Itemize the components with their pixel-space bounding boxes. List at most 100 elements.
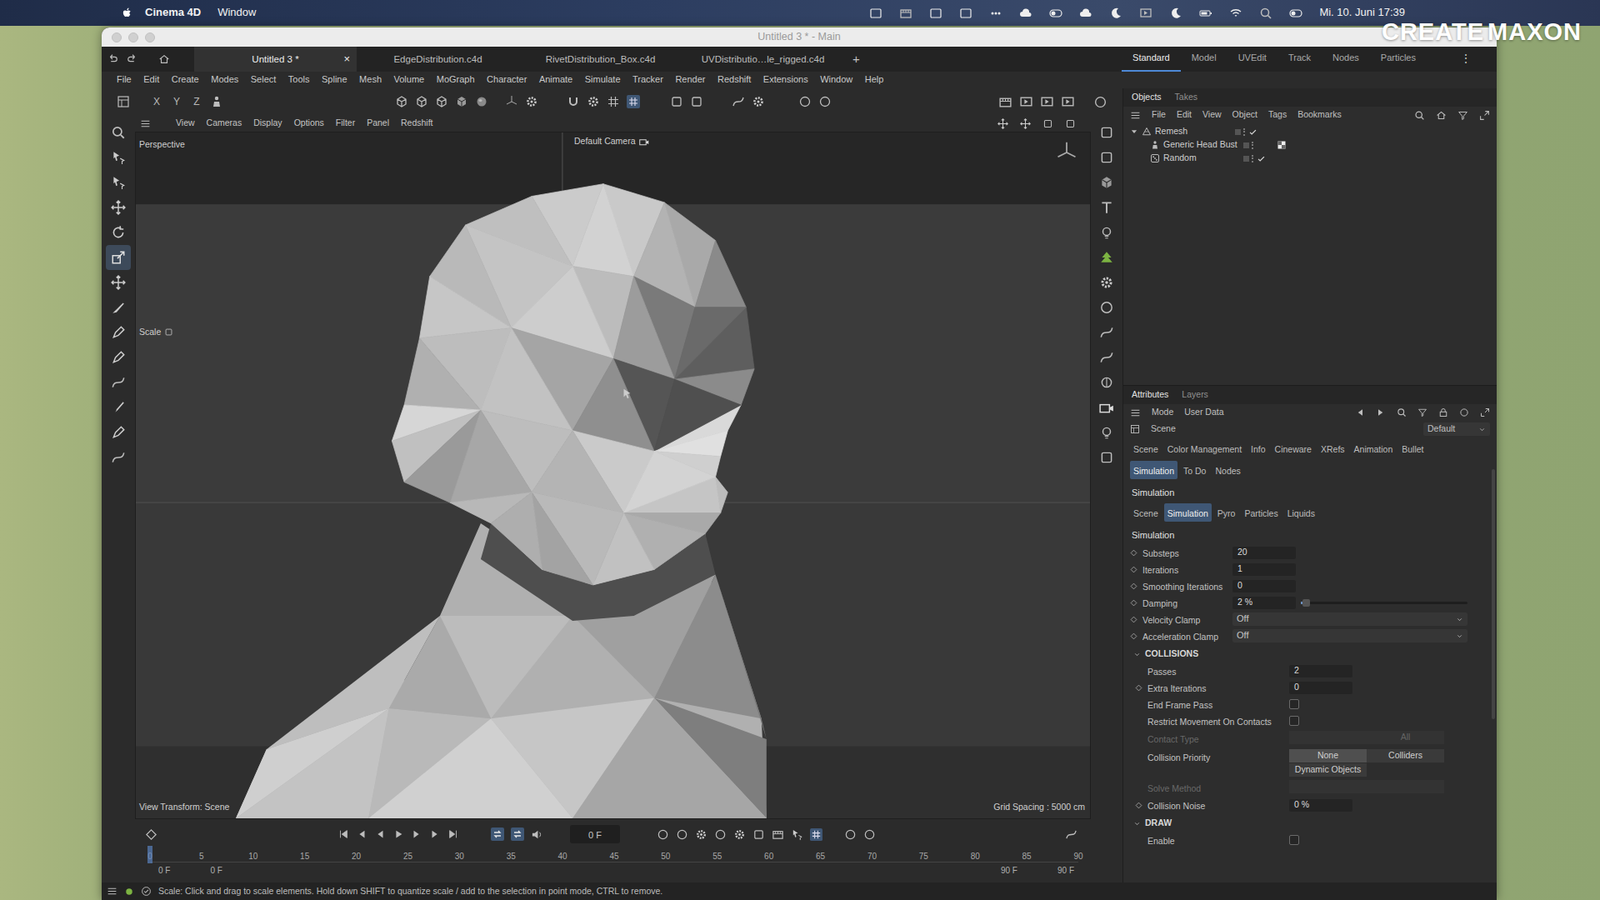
first-icon[interactable] <box>337 828 350 840</box>
menu-item[interactable]: Tools <box>288 74 310 86</box>
create-camera-icon[interactable] <box>1099 400 1115 415</box>
mode-cube-icon[interactable] <box>415 95 429 109</box>
viewport-menu-item[interactable]: Filter <box>335 117 355 129</box>
menu-item[interactable]: Mesh <box>359 74 382 86</box>
attribute-tab[interactable]: XRefs <box>1317 439 1349 458</box>
menu-item[interactable]: Simulate <box>585 74 621 86</box>
palette-slot[interactable] <box>1094 270 1120 295</box>
filter-icon[interactable] <box>1457 110 1469 121</box>
next-icon[interactable] <box>410 828 423 840</box>
create-square-icon[interactable] <box>1099 125 1115 140</box>
status-cloud-icon[interactable] <box>1079 6 1093 20</box>
document-tab[interactable]: RivetDistribution_Box.c4d <box>519 46 682 72</box>
attributes-menu-item[interactable]: User Data <box>1184 406 1224 418</box>
object-row[interactable]: Remesh <box>1123 125 1497 139</box>
home-icon[interactable] <box>1435 110 1447 121</box>
subtab[interactable]: Scene <box>1130 503 1162 522</box>
tool-slot[interactable] <box>105 220 131 245</box>
sound-icon[interactable] <box>530 828 544 841</box>
checkbox[interactable] <box>1289 715 1300 726</box>
keyframe-icon[interactable] <box>1130 549 1138 557</box>
create-light-icon[interactable] <box>1099 225 1115 240</box>
close-button[interactable] <box>111 32 122 43</box>
workplane-icon[interactable] <box>626 95 640 109</box>
objects-menu-item[interactable]: Object <box>1232 109 1258 120</box>
axis-button[interactable]: Z <box>190 95 204 109</box>
pen-tool-icon[interactable] <box>110 350 126 365</box>
keyframe-toggle[interactable] <box>1130 565 1138 574</box>
search-icon[interactable] <box>1414 110 1425 121</box>
subtab[interactable]: Particles <box>1240 503 1281 522</box>
create-cubefill-icon[interactable] <box>1099 175 1115 190</box>
section-toggle[interactable]: COLLISIONS <box>1123 645 1497 663</box>
expand-icon[interactable] <box>1480 407 1490 418</box>
number-field[interactable]: 20 <box>1232 546 1296 560</box>
number-field[interactable]: 2 % <box>1232 596 1296 610</box>
layout-more-button[interactable]: ⋮ <box>1426 46 1497 72</box>
palette-slot[interactable] <box>1094 445 1120 470</box>
filter-icon[interactable] <box>1417 407 1428 418</box>
pen-tool-icon[interactable] <box>110 325 126 340</box>
keyframe-toggle[interactable] <box>1135 730 1143 739</box>
coordinate-icon[interactable] <box>210 95 224 109</box>
scale-tool-icon[interactable] <box>110 250 126 265</box>
range-end-field[interactable]: 90 F <box>1057 865 1075 877</box>
slider-track[interactable] <box>1300 601 1468 605</box>
enabled-check[interactable] <box>1256 154 1269 164</box>
layout-tab[interactable]: UVEdit <box>1227 46 1278 72</box>
chevron-icon[interactable] <box>1133 820 1141 828</box>
create-light-icon[interactable] <box>1099 425 1115 440</box>
visibility-flag[interactable] <box>1243 142 1250 149</box>
settings-icon[interactable] <box>751 95 765 109</box>
tab-close-button[interactable]: × <box>343 52 350 66</box>
check-icon[interactable] <box>1256 154 1266 164</box>
attribute-tab[interactable]: To Do <box>1180 460 1210 480</box>
zoom-button[interactable] <box>145 32 155 43</box>
record-icon[interactable] <box>844 828 857 841</box>
key-tool-circle-icon[interactable] <box>675 828 689 841</box>
search-icon[interactable] <box>1396 407 1407 418</box>
attributes-menu-item[interactable]: Mode <box>1151 406 1174 418</box>
settings-icon[interactable] <box>525 95 539 109</box>
create-bulb-icon[interactable] <box>1099 375 1115 390</box>
attribute-tab[interactable]: Animation <box>1350 439 1397 458</box>
tool-slot[interactable] <box>105 195 131 220</box>
status-toggle-icon[interactable] <box>1289 6 1303 20</box>
render-icon[interactable] <box>998 95 1013 110</box>
panel-menu-icon[interactable] <box>1130 407 1141 419</box>
tool-settings-icon[interactable] <box>164 327 174 337</box>
object-name[interactable]: Random <box>1163 152 1240 164</box>
chevron-icon[interactable] <box>1133 650 1141 659</box>
menu-item[interactable]: Modes <box>210 74 239 86</box>
palette-slot[interactable] <box>1094 120 1120 145</box>
preset-dropdown[interactable]: Default <box>1423 422 1490 436</box>
autokey-icon[interactable] <box>863 828 876 841</box>
keyframe-toggle[interactable] <box>1135 700 1143 709</box>
app-menu[interactable]: Cinema 4D <box>145 5 201 20</box>
keyframe-toggle[interactable] <box>1130 549 1138 557</box>
create-tree-icon[interactable] <box>1099 250 1115 265</box>
menu-item[interactable]: Animate <box>539 74 573 86</box>
tool-slot[interactable] <box>105 445 131 470</box>
status-cloud-icon[interactable] <box>1019 6 1033 20</box>
next-icon[interactable] <box>1375 407 1386 418</box>
tool-slot[interactable] <box>105 170 131 195</box>
number-field[interactable]: 0 <box>1232 580 1296 593</box>
tool-slot[interactable] <box>105 270 131 295</box>
prev-icon[interactable] <box>374 828 386 840</box>
palette-slot[interactable] <box>1094 420 1120 445</box>
render-icon[interactable] <box>1019 95 1034 110</box>
viewport-menu-item[interactable]: View <box>175 117 195 129</box>
panel-tab[interactable]: Takes <box>1175 91 1198 103</box>
dropdown[interactable]: Off <box>1232 612 1468 626</box>
mode-cube-icon[interactable] <box>435 95 449 109</box>
tool-slot[interactable] <box>105 320 131 345</box>
apple-icon[interactable] <box>120 6 134 20</box>
view-nav-icon[interactable] <box>1020 118 1031 130</box>
number-field[interactable]: 0 <box>1289 681 1353 695</box>
dropdown[interactable]: Off <box>1232 629 1468 643</box>
move-tool-icon[interactable] <box>110 200 126 215</box>
keyframe-icon[interactable] <box>1130 565 1138 574</box>
key-tool-gridblue-icon[interactable] <box>810 828 823 841</box>
palette-slot[interactable] <box>1094 345 1120 370</box>
